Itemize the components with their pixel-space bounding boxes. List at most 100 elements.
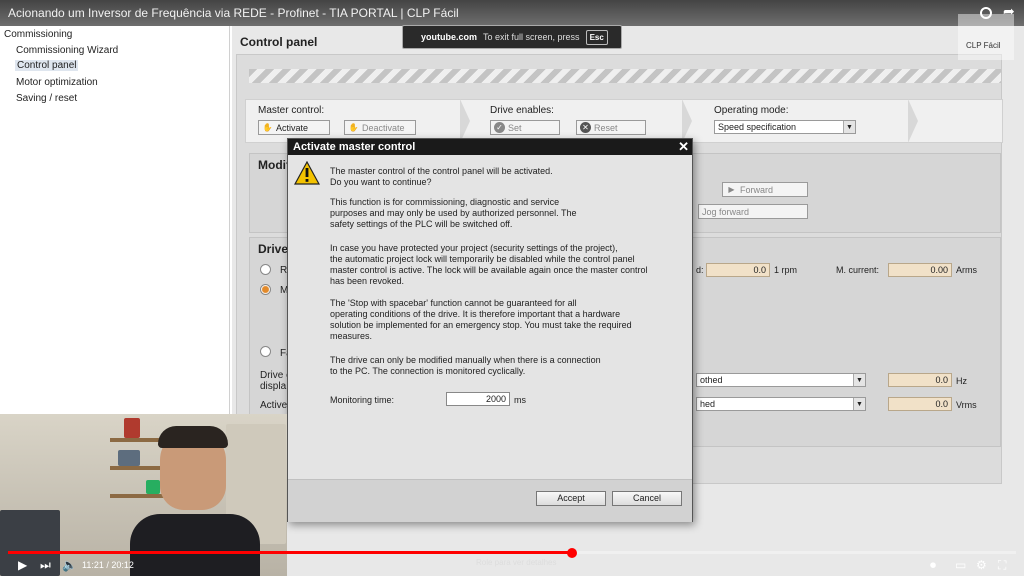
scroll-hint: Role para ver detalhes <box>476 558 557 567</box>
mode-section-title: Modif <box>258 158 290 172</box>
current-unit: Arms <box>956 265 977 275</box>
equipment-rack <box>0 510 60 576</box>
set-button[interactable]: ✓ Set <box>490 120 560 135</box>
radio-option-2[interactable] <box>260 284 271 295</box>
warning-icon <box>294 161 320 185</box>
dialog-titlebar: Activate master control ✕ <box>288 139 692 155</box>
deactivate-label: Deactivate <box>362 122 405 133</box>
time-display: 11:21 / 20:12 <box>82 560 134 570</box>
nav-item-saving-reset[interactable]: Saving / reset <box>16 93 77 104</box>
dialog-text-line: In case you have protected your project … <box>330 243 618 253</box>
page-title: Control panel <box>240 35 318 49</box>
dialog-text-line: to the PC. The connection is monitored c… <box>330 366 526 376</box>
drive-display-label-b: displa <box>260 381 287 392</box>
forward-button[interactable]: ▶ Forward <box>722 182 808 197</box>
reset-button[interactable]: ✕ Reset <box>576 120 646 135</box>
presenter-hair <box>158 426 228 448</box>
cancel-button[interactable]: Cancel <box>612 491 682 506</box>
current-value: 0.00 <box>888 263 952 277</box>
nav-item-commissioning[interactable]: Commissioning <box>4 29 72 40</box>
chevron-down-icon: ▼ <box>843 121 855 133</box>
activate-master-control-dialog: Activate master control ✕ The master con… <box>287 138 693 522</box>
operating-mode-select[interactable]: Speed specification ▼ <box>714 120 856 134</box>
dialog-text-line: master control is active. The lock will … <box>330 265 648 275</box>
dialog-text-line: solution be implemented for an emergency… <box>330 320 632 330</box>
current-label: M. current: <box>836 265 880 275</box>
nav-item-motor-optimization[interactable]: Motor optimization <box>16 77 98 88</box>
shelf-item <box>124 418 140 438</box>
dialog-text-line: operating conditions of the drive. It is… <box>330 309 621 319</box>
radio-option-3[interactable] <box>260 346 271 357</box>
video-title: Acionando um Inversor de Frequência via … <box>8 6 459 20</box>
dialog-text-line: purposes and may only be used by authori… <box>330 208 577 218</box>
chevron-down-icon: ▼ <box>853 398 865 410</box>
smoothing-select-1-value: othed <box>700 375 723 385</box>
active-label: Active <box>260 400 288 411</box>
voltage-unit: Vrms <box>956 400 977 410</box>
channel-logo <box>958 14 1014 60</box>
dialog-text-line: The drive can only be modified manually … <box>330 355 601 365</box>
forward-label: Forward <box>740 184 774 195</box>
dialog-text-line: The 'Stop with spacebar' function cannot… <box>330 298 577 308</box>
drive-section-title: Drive <box>258 242 289 256</box>
speed-label: d: <box>696 265 704 275</box>
fullscreen-exit-icon[interactable]: ⛶ <box>998 558 1006 573</box>
accept-button[interactable]: Accept <box>536 491 606 506</box>
nav-item-commissioning-wizard[interactable]: Commissioning Wizard <box>16 45 118 56</box>
frequency-value: 0.0 <box>888 373 952 387</box>
chevron-divider <box>682 99 692 143</box>
presenter-shirt <box>130 514 260 576</box>
monitoring-time-label: Monitoring time: <box>330 395 395 405</box>
dialog-title: Activate master control <box>293 141 416 153</box>
speed-value: 0.0 <box>706 263 770 277</box>
progress-fill <box>8 551 573 554</box>
close-icon[interactable]: ✕ <box>678 139 689 155</box>
monitoring-time-unit: ms <box>514 395 526 405</box>
fullscreen-toast: youtube.com To exit full screen, press E… <box>402 25 622 49</box>
toast-message: To exit full screen, press <box>483 32 580 42</box>
operating-mode-label: Operating mode: <box>714 105 789 116</box>
operating-mode-value: Speed specification <box>718 122 797 132</box>
dialog-text-line: The master control of the control panel … <box>330 166 553 176</box>
dialog-text-line: the automatic project lock will temporar… <box>330 254 635 264</box>
reset-label: Reset <box>594 122 618 133</box>
dialog-text-line: Do you want to continue? <box>330 177 432 187</box>
subtitles-icon[interactable]: ▭ <box>955 558 966 572</box>
radio-option-1[interactable] <box>260 264 271 275</box>
dialog-text-line: This function is for commissioning, diag… <box>330 197 560 207</box>
smoothing-select-2[interactable]: hed ▼ <box>696 397 866 411</box>
hand-icon: ✋ <box>262 122 273 132</box>
play-icon[interactable]: ▶ <box>18 558 27 572</box>
check-icon: ✓ <box>494 122 505 133</box>
settings-gear-icon[interactable]: ⚙ <box>976 558 987 572</box>
monitoring-time-input[interactable]: 2000 <box>446 392 510 406</box>
speed-unit: 1 rpm <box>774 265 798 275</box>
deactivate-button[interactable]: ✋ Deactivate <box>344 120 416 135</box>
chevron-divider <box>908 99 918 143</box>
toast-key: Esc <box>585 29 608 45</box>
shelf-item <box>118 450 140 466</box>
dialog-text-line: measures. <box>330 331 373 341</box>
drive-enables-label: Drive enables: <box>490 105 554 116</box>
toast-site: youtube.com <box>421 32 478 42</box>
next-icon[interactable]: ⏭ <box>40 558 51 573</box>
activate-button[interactable]: ✋ Activate <box>258 120 330 135</box>
smoothing-select-1[interactable]: othed ▼ <box>696 373 866 387</box>
dialog-text-line: safety settings of the PLC will be switc… <box>330 219 513 229</box>
jog-forward-button[interactable]: Jog forward <box>698 204 808 219</box>
channel-logo-text: CLP Fácil <box>966 41 1001 50</box>
master-control-label: Master control: <box>258 105 325 116</box>
video-title-bar: Acionando um Inversor de Frequência via … <box>0 0 1024 26</box>
autoplay-toggle-icon[interactable]: ⏺ <box>930 558 936 573</box>
play-icon: ▶ <box>728 184 735 194</box>
control-toolbar: Master control: ✋ Activate ✋ Deactivate … <box>245 99 1003 143</box>
hand-off-icon: ✋ <box>348 122 359 132</box>
volume-icon[interactable]: 🔈 <box>62 558 77 572</box>
x-circle-icon: ✕ <box>580 122 591 133</box>
chevron-divider <box>460 99 470 143</box>
voltage-value: 0.0 <box>888 397 952 411</box>
jog-forward-label: Jog forward <box>702 206 750 217</box>
nav-item-control-panel[interactable]: Control panel <box>15 60 79 71</box>
inactive-stripe <box>249 69 1001 83</box>
tia-portal-screen: Commissioning Commissioning Wizard Contr… <box>0 0 1024 576</box>
